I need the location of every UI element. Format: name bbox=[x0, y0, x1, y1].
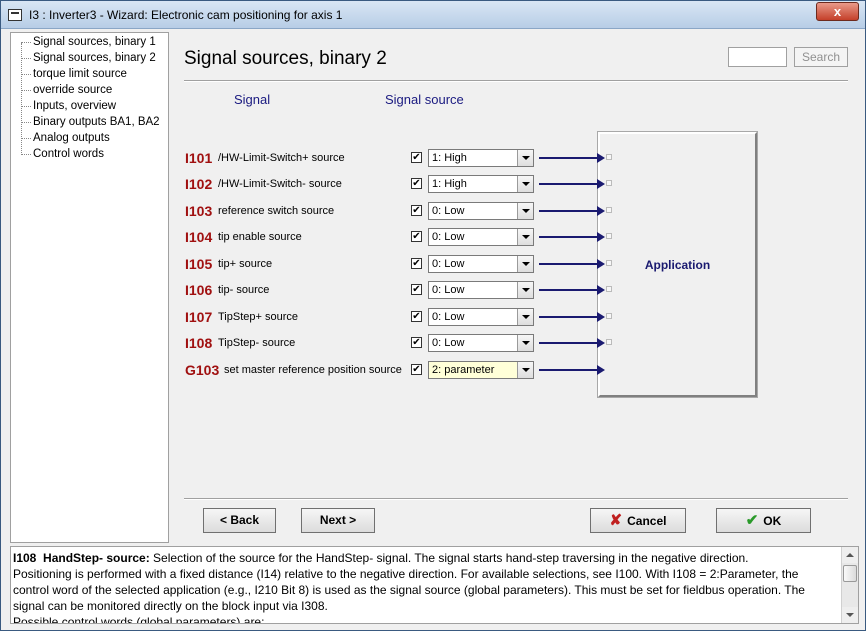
help-title: HandStep- source: bbox=[43, 551, 150, 565]
input-port bbox=[606, 233, 612, 239]
source-select[interactable]: 1: High bbox=[428, 175, 534, 193]
help-line: Possible control words (global parameter… bbox=[13, 615, 265, 624]
footer-divider bbox=[184, 498, 848, 500]
help-line: control word of the selected application… bbox=[13, 583, 805, 597]
help-line: Selection of the source for the HandStep… bbox=[149, 551, 749, 565]
ok-label: OK bbox=[763, 514, 782, 528]
enable-checkbox[interactable]: ✔ bbox=[411, 178, 422, 189]
signal-code: I107 bbox=[185, 309, 213, 325]
arrow-right-icon bbox=[539, 365, 605, 375]
search-button[interactable]: Search bbox=[794, 47, 848, 67]
enable-checkbox[interactable]: ✔ bbox=[411, 284, 422, 295]
arrow-right-icon bbox=[539, 232, 605, 242]
help-line: Positioning is performed with a fixed di… bbox=[13, 567, 799, 581]
back-button[interactable]: < Back bbox=[203, 508, 276, 533]
source-select[interactable]: 0: Low bbox=[428, 255, 534, 273]
arrow-right-icon bbox=[539, 259, 605, 269]
cancel-x-icon: ✘ bbox=[609, 512, 623, 529]
enable-checkbox[interactable]: ✔ bbox=[411, 231, 422, 242]
window-icon bbox=[8, 9, 22, 21]
chevron-down-icon[interactable] bbox=[517, 229, 533, 245]
checkmark-icon: ✔ bbox=[745, 512, 759, 529]
column-header-signal: Signal bbox=[234, 92, 271, 107]
source-select[interactable]: 0: Low bbox=[428, 334, 534, 352]
enable-checkbox[interactable]: ✔ bbox=[411, 152, 422, 163]
signal-code: I102 bbox=[185, 176, 213, 192]
input-port bbox=[606, 313, 612, 319]
signal-code: I106 bbox=[185, 282, 213, 298]
window-title: I3 : Inverter3 - Wizard: Electronic cam … bbox=[29, 8, 343, 22]
chevron-down-icon[interactable] bbox=[517, 362, 533, 378]
input-port bbox=[606, 260, 612, 266]
source-select[interactable]: 2: parameter bbox=[428, 361, 534, 379]
enable-checkbox[interactable]: ✔ bbox=[411, 205, 422, 216]
signal-description: TipStep- source bbox=[218, 337, 296, 349]
source-select[interactable]: 0: Low bbox=[428, 228, 534, 246]
arrow-right-icon bbox=[539, 285, 605, 295]
help-code: I108 bbox=[13, 551, 37, 565]
signal-description: tip+ source bbox=[218, 258, 273, 270]
arrow-right-icon bbox=[539, 206, 605, 216]
page-title: Signal sources, binary 2 bbox=[184, 48, 387, 69]
input-port bbox=[606, 339, 612, 345]
next-button[interactable]: Next > bbox=[301, 508, 375, 533]
header-divider bbox=[184, 80, 848, 82]
chevron-down-icon[interactable] bbox=[517, 335, 533, 351]
signal-description: tip enable source bbox=[218, 231, 302, 243]
scroll-up-icon[interactable] bbox=[842, 547, 858, 563]
chevron-down-icon[interactable] bbox=[517, 256, 533, 272]
help-line: signal can be monitored directly on the … bbox=[13, 599, 328, 613]
arrow-right-icon bbox=[539, 338, 605, 348]
input-port bbox=[606, 154, 612, 160]
help-scrollbar[interactable] bbox=[841, 547, 858, 623]
signal-code: I101 bbox=[185, 150, 213, 166]
enable-checkbox[interactable]: ✔ bbox=[411, 311, 422, 322]
enable-checkbox[interactable]: ✔ bbox=[411, 258, 422, 269]
signal-code: I104 bbox=[185, 229, 213, 245]
signal-code: I103 bbox=[185, 203, 213, 219]
signal-description: reference switch source bbox=[218, 205, 335, 217]
wizard-window: I3 : Inverter3 - Wizard: Electronic cam … bbox=[0, 0, 866, 631]
input-port bbox=[606, 286, 612, 292]
enable-checkbox[interactable]: ✔ bbox=[411, 337, 422, 348]
application-label: Application bbox=[644, 258, 711, 272]
arrow-right-icon bbox=[539, 153, 605, 163]
input-port bbox=[606, 180, 612, 186]
signal-code: I105 bbox=[185, 256, 213, 272]
source-select[interactable]: 1: High bbox=[428, 149, 534, 167]
scroll-down-icon[interactable] bbox=[842, 607, 858, 623]
input-port bbox=[606, 207, 612, 213]
signal-description: tip- source bbox=[218, 284, 270, 296]
signal-description: set master reference position source bbox=[224, 364, 402, 376]
help-panel[interactable]: I108 HandStep- source: Selection of the … bbox=[10, 546, 859, 624]
signal-description: /HW-Limit-Switch+ source bbox=[218, 152, 345, 164]
help-text: I108 HandStep- source: Selection of the … bbox=[13, 550, 839, 624]
chevron-down-icon[interactable] bbox=[517, 282, 533, 298]
cancel-label: Cancel bbox=[627, 514, 667, 528]
ok-button[interactable]: ✔ OK bbox=[716, 508, 811, 533]
chevron-down-icon[interactable] bbox=[517, 176, 533, 192]
source-select[interactable]: 0: Low bbox=[428, 281, 534, 299]
navigation-tree: Signal sources, binary 1 Signal sources,… bbox=[10, 32, 169, 543]
scroll-thumb[interactable] bbox=[843, 565, 857, 582]
signal-code: G103 bbox=[185, 362, 220, 378]
title-bar[interactable]: I3 : Inverter3 - Wizard: Electronic cam … bbox=[1, 1, 865, 29]
signal-description: /HW-Limit-Switch- source bbox=[218, 178, 342, 190]
close-button[interactable]: x bbox=[816, 2, 859, 21]
search-input[interactable] bbox=[728, 47, 787, 67]
cancel-button[interactable]: ✘ Cancel bbox=[590, 508, 686, 533]
column-header-signal-source: Signal source bbox=[385, 92, 464, 107]
source-select[interactable]: 0: Low bbox=[428, 308, 534, 326]
application-block: Application bbox=[597, 131, 758, 398]
arrow-right-icon bbox=[539, 179, 605, 189]
chevron-down-icon[interactable] bbox=[517, 203, 533, 219]
chevron-down-icon[interactable] bbox=[517, 150, 533, 166]
signal-code: I108 bbox=[185, 335, 213, 351]
enable-checkbox[interactable]: ✔ bbox=[411, 364, 422, 375]
wizard-page: Signal sources, binary 2 Search Signal S… bbox=[170, 32, 858, 543]
chevron-down-icon[interactable] bbox=[517, 309, 533, 325]
signal-description: TipStep+ source bbox=[218, 311, 298, 323]
arrow-right-icon bbox=[539, 312, 605, 322]
source-select[interactable]: 0: Low bbox=[428, 202, 534, 220]
